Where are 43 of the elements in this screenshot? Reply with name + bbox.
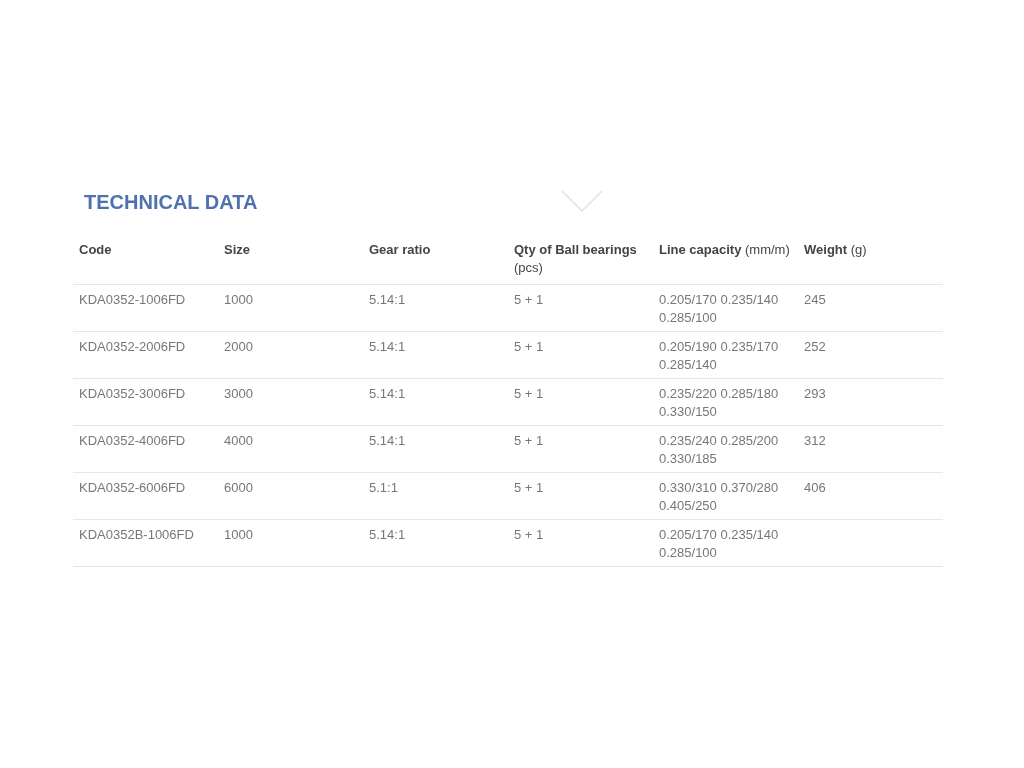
table-cell: 5.14:1 <box>369 386 406 401</box>
table-cell: KDA0352-2006FD <box>79 339 186 354</box>
table-cell: 0.235/220 0.285/180 0.330/150 <box>659 386 779 419</box>
column-header: Gear ratio <box>369 242 431 257</box>
table-cell: 0.235/240 0.285/200 0.330/185 <box>659 433 779 466</box>
table-cell: KDA0352-3006FD <box>79 386 186 401</box>
table-cell: 5 + 1 <box>514 386 544 401</box>
table-cell: 5.14:1 <box>369 527 406 542</box>
table-cell: 5 + 1 <box>514 339 544 354</box>
table-cell: 406 <box>804 480 826 495</box>
table-cell: KDA0352B-1006FD <box>79 527 194 542</box>
column-header: Size <box>224 242 250 257</box>
column-header: Code <box>79 242 112 257</box>
table-cell: 3000 <box>224 386 253 401</box>
table-cell: 312 <box>804 433 826 448</box>
table-cell: KDA0352-6006FD <box>79 480 186 495</box>
table-cell: 1000 <box>224 292 253 307</box>
table-cell: 4000 <box>224 433 253 448</box>
table-cell: 6000 <box>224 480 253 495</box>
table-cell: 5 + 1 <box>514 527 544 542</box>
table-cell: 2000 <box>224 339 253 354</box>
table-cell: 293 <box>804 386 826 401</box>
table-cell: 252 <box>804 339 826 354</box>
table-cell: KDA0352-4006FD <box>79 433 186 448</box>
table-cell: 5 + 1 <box>514 480 544 495</box>
table-cell: 5.14:1 <box>369 292 406 307</box>
table-cell: 0.205/170 0.235/140 0.285/100 <box>659 292 779 325</box>
table-cell: 5.1:1 <box>369 480 398 495</box>
table-cell: 5 + 1 <box>514 433 544 448</box>
table-cell: 5 + 1 <box>514 292 544 307</box>
table-cell: KDA0352-1006FD <box>79 292 186 307</box>
section-title: TECHNICAL DATA <box>84 190 258 214</box>
table-cell: 0.330/310 0.370/280 0.405/250 <box>659 480 779 513</box>
column-header: Weight (g) <box>804 242 867 257</box>
table-cell: 0.205/170 0.235/140 0.285/100 <box>659 527 779 560</box>
table-cell: 5.14:1 <box>369 339 406 354</box>
table-cell: 245 <box>804 292 826 307</box>
table-cell: 5.14:1 <box>369 433 406 448</box>
table-cell: 0.205/190 0.235/170 0.285/140 <box>659 339 779 372</box>
column-header: Line capacity (mm/m) <box>659 242 790 257</box>
chevron-down-icon <box>561 190 603 212</box>
column-header: Qty of Ball bearings (pcs) <box>514 242 637 275</box>
table-cell: 1000 <box>224 527 253 542</box>
